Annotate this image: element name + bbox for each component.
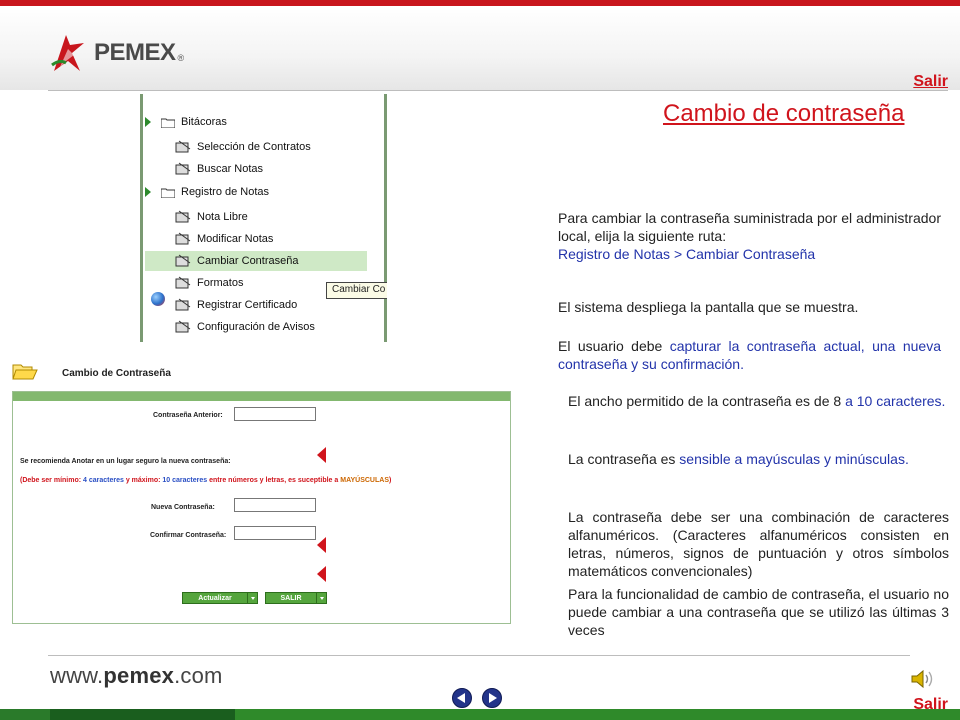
pointer-arrow-icon: [317, 566, 326, 582]
globe-icon: [151, 292, 165, 306]
menu-screenshot: Bitácoras Selección de Contratos Buscar …: [140, 94, 387, 342]
menu-item-formatos[interactable]: Formatos: [175, 273, 243, 293]
menu-item-label: Buscar Notas: [197, 163, 264, 175]
menu-item-label: Cambiar Contraseña: [197, 255, 299, 267]
menu-item-label: Configuración de Avisos: [197, 321, 315, 333]
registered-mark: ®: [177, 53, 185, 63]
recommendation-text: Se recomienda Anotar en un lugar seguro …: [20, 458, 231, 465]
menu-tooltip: Cambiar Co: [326, 282, 387, 299]
notes-icon: [175, 298, 191, 311]
menu-item-label: Registrar Certificado: [197, 299, 298, 311]
page-title: Cambio de contraseña: [663, 100, 905, 127]
arrow-right-icon: [489, 693, 497, 703]
form-header-bar: [13, 392, 510, 401]
pemex-wordmark: PEMEX: [94, 39, 176, 66]
new-password-label: Nueva Contraseña:: [151, 504, 215, 511]
notes-icon: [175, 276, 191, 289]
menu-item-cambiar-contrasena[interactable]: Cambiar Contraseña: [145, 251, 367, 271]
instructions-paragraph-5: La contraseña es sensible a mayúsculas y…: [568, 450, 949, 468]
actualizar-button[interactable]: Actualizar: [182, 592, 258, 604]
instructions-paragraph-4: El ancho permitido de la contraseña es d…: [568, 392, 949, 410]
rule-min: 4 caracteres: [83, 477, 124, 484]
confirm-password-label: Confirmar Contraseña:: [150, 532, 227, 539]
rule-end: ): [388, 477, 392, 484]
menu-item-buscar-notas[interactable]: Buscar Notas: [175, 159, 263, 179]
notes-icon: [175, 162, 191, 175]
expand-arrow-icon: [145, 187, 151, 197]
p3-a: El usuario debe: [558, 338, 670, 354]
menu-item-bitacoras[interactable]: Bitácoras: [145, 112, 227, 132]
footer-divider: [48, 655, 910, 656]
previous-password-input[interactable]: [234, 407, 316, 421]
rule-caps: MAYÚSCULAS: [340, 477, 389, 484]
p1-route: Registro de Notas > Cambiar Contraseña: [558, 246, 816, 262]
pemex-eagle-icon: [51, 35, 84, 71]
pointer-arrow-icon: [317, 537, 326, 553]
expand-arrow-icon: [145, 117, 151, 127]
menu-border-left: [140, 94, 143, 342]
pemex-logo: PEMEX ®: [50, 30, 184, 76]
menu-item-nota-libre[interactable]: Nota Libre: [175, 207, 248, 227]
menu-item-label: Bitácoras: [181, 116, 227, 128]
form-title: Cambio de Contraseña: [62, 368, 171, 379]
salir-form-button[interactable]: SALIR: [265, 592, 327, 604]
p5-a: La contraseña es: [568, 451, 680, 467]
dropdown-arrow-icon: [247, 593, 257, 603]
notes-icon: [175, 210, 191, 223]
folder-icon: [161, 188, 175, 198]
folder-open-icon: [12, 364, 38, 380]
salir-link-top[interactable]: Salir: [913, 73, 948, 91]
url-suffix: .com: [174, 663, 223, 688]
menu-item-seleccion-contratos[interactable]: Selección de Contratos: [175, 137, 311, 157]
previous-slide-button[interactable]: [452, 688, 472, 708]
rule-part1: (Debe ser mínimo:: [20, 477, 84, 484]
instructions-paragraph-1: Para cambiar la contraseña suministrada …: [558, 209, 941, 263]
instructions-paragraph-2: El sistema despliega la pantalla que se …: [558, 299, 859, 315]
p5-b: sensible a mayúsculas y minúsculas.: [679, 451, 909, 467]
rule-max: 10 caracteres: [162, 477, 208, 484]
menu-item-label: Nota Libre: [197, 211, 248, 223]
p1-text: Para cambiar la contraseña suministrada …: [558, 210, 941, 244]
instructions-paragraph-7: Para la funcionalidad de cambio de contr…: [568, 586, 949, 638]
menu-item-label: Formatos: [197, 277, 244, 289]
url-bold: pemex: [103, 663, 175, 688]
folder-icon: [161, 118, 175, 128]
url-prefix: www.: [50, 663, 104, 688]
menu-item-registrar-certificado[interactable]: Registrar Certificado: [175, 295, 297, 315]
password-rule-note: (Debe ser mínimo: 4 caracteres y máximo:…: [20, 477, 391, 484]
menu-item-configuracion-avisos[interactable]: Configuración de Avisos: [175, 317, 315, 337]
menu-item-modificar-notas[interactable]: Modificar Notas: [175, 229, 273, 249]
menu-item-label: Selección de Contratos: [197, 141, 311, 153]
menu-border-right: [384, 94, 387, 342]
actualizar-label: Actualizar: [198, 594, 232, 602]
bottom-accent-bar: [0, 709, 960, 720]
rule-part3: entre números y letras, es suceptible a: [207, 477, 341, 484]
pointer-arrow-icon: [317, 447, 326, 463]
new-password-input[interactable]: [234, 498, 316, 512]
dropdown-arrow-icon: [316, 593, 326, 603]
p4-a: El ancho permitido de la contraseña es d…: [568, 393, 846, 409]
footer-url: www.pemex.com: [50, 663, 223, 689]
confirm-password-input[interactable]: [234, 526, 316, 540]
speaker-icon[interactable]: [910, 668, 936, 690]
previous-password-label: Contraseña Anterior:: [153, 412, 223, 419]
rule-part2: y máximo:: [123, 477, 163, 484]
notes-icon: [175, 140, 191, 153]
menu-item-label: Modificar Notas: [197, 233, 274, 245]
menu-item-registro-notas[interactable]: Registro de Notas: [145, 182, 269, 202]
p4-b: a 10 caracteres.: [845, 393, 946, 409]
arrow-left-icon: [457, 693, 465, 703]
instructions-paragraph-3: El usuario debe capturar la contraseña a…: [558, 337, 941, 373]
salir-form-label: SALIR: [280, 594, 302, 602]
header-divider: [48, 90, 948, 91]
password-form-screenshot: Contraseña Anterior: Se recomienda Anota…: [12, 391, 511, 624]
instructions-paragraph-6: La contraseña debe ser una combinación d…: [568, 509, 949, 579]
menu-item-label: Registro de Notas: [181, 186, 270, 198]
next-slide-button[interactable]: [482, 688, 502, 708]
notes-icon: [175, 320, 191, 333]
notes-icon: [175, 254, 191, 267]
notes-icon: [175, 232, 191, 245]
